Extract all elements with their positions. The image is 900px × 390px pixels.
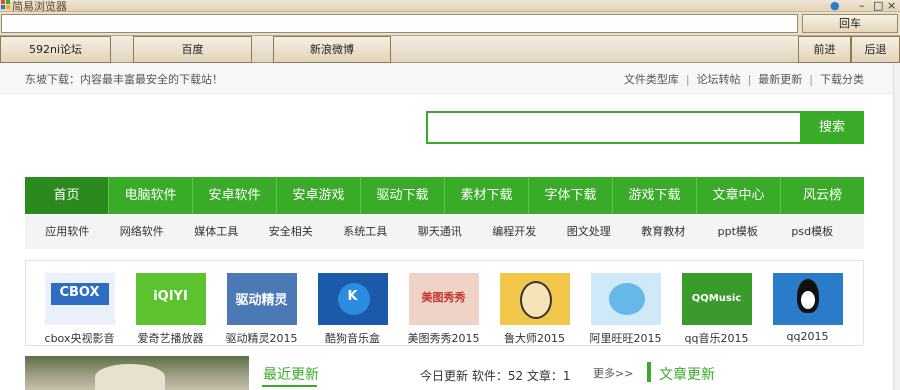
site-search-input[interactable]: [426, 111, 800, 144]
nav-item[interactable]: 游戏下载: [613, 177, 697, 214]
recent-updates-title[interactable]: 最近更新: [263, 364, 319, 384]
nav-item[interactable]: 安卓游戏: [277, 177, 361, 214]
article-title-marker: [647, 362, 651, 382]
nav-item[interactable]: 素材下载: [445, 177, 529, 214]
maximize-icon[interactable]: □: [873, 0, 883, 12]
app-tile[interactable]: K 酷狗音乐盒: [307, 273, 398, 345]
address-input[interactable]: [1, 14, 798, 33]
app-tile[interactable]: CBOX cbox央视影音: [34, 273, 125, 345]
more-link[interactable]: 更多>>: [593, 365, 633, 381]
user-icon[interactable]: ●: [830, 0, 840, 12]
top-link[interactable]: 最新更新: [758, 73, 802, 86]
subnav-item[interactable]: ppt模板: [701, 215, 776, 249]
nav-item[interactable]: 字体下载: [529, 177, 613, 214]
iqiyi-logo-icon: iQIYI: [135, 273, 206, 325]
qqmusic-logo-icon: QQMusic: [681, 273, 752, 325]
subnav-item[interactable]: 系统工具: [328, 215, 403, 249]
site-search-button[interactable]: 搜索: [800, 111, 864, 144]
close-icon[interactable]: ×: [887, 0, 896, 12]
meitu-logo-icon: 美图秀秀: [408, 273, 479, 325]
article-updates-title[interactable]: 文章更新: [659, 364, 715, 384]
nav-item[interactable]: 驱动下载: [361, 177, 445, 214]
sub-nav: 应用软件 网络软件 媒体工具 安全相关 系统工具 聊天通讯 编程开发 图文处理 …: [25, 215, 864, 249]
subnav-item[interactable]: psd模板: [775, 215, 850, 249]
page-scrollbar[interactable]: [893, 63, 900, 390]
go-button[interactable]: 回车: [802, 14, 898, 33]
featured-image[interactable]: [25, 356, 249, 390]
top-link[interactable]: 下载分类: [820, 73, 864, 86]
subnav-item[interactable]: 应用软件: [30, 215, 105, 249]
app-tile[interactable]: 阿里旺旺2015: [580, 273, 671, 345]
featured-apps: CBOX cbox央视影音 iQIYI 爱奇艺播放器 驱动精灵 驱动精灵2015…: [25, 260, 864, 346]
subnav-item[interactable]: 图文处理: [552, 215, 627, 249]
site-top-bar: 东坡下载：内容最丰富最安全的下载站！ 文件类型库 | 论坛转帖 | 最新更新 | 下载分类: [0, 63, 893, 94]
top-link[interactable]: 论坛转帖: [697, 73, 741, 86]
web-page: 东坡下载：内容最丰富最安全的下载站！ 文件类型库 | 论坛转帖 | 最新更新 | 下载分类 …: [0, 63, 893, 390]
bookmark-weibo-button[interactable]: 新浪微博: [273, 36, 391, 63]
title-bar: 简易浏览器 ● – □ ×: [0, 0, 900, 13]
recent-title-underline: [262, 385, 317, 387]
browser-toolbar: 592ni论坛 百度 新浪微博 前进 后退: [0, 36, 900, 63]
subnav-item[interactable]: 安全相关: [254, 215, 329, 249]
back-button[interactable]: 后退: [851, 36, 900, 63]
app-icon: [1, 0, 10, 9]
app-tile[interactable]: 鲁大师2015: [489, 273, 580, 345]
kugou-logo-icon: K: [317, 273, 388, 325]
bookmark-baidu-button[interactable]: 百度: [133, 36, 252, 63]
nav-item[interactable]: 风云榜: [781, 177, 864, 214]
qq-penguin-icon: [772, 273, 843, 325]
top-link[interactable]: 文件类型库: [624, 73, 679, 86]
app-tile[interactable]: qq2015: [762, 273, 853, 345]
app-tile[interactable]: iQIYI 爱奇艺播放器: [125, 273, 216, 345]
main-nav: 首页 电脑软件 安卓软件 安卓游戏 驱动下载 素材下载 字体下载 游戏下载 文章…: [25, 177, 864, 214]
nav-item[interactable]: 安卓软件: [193, 177, 277, 214]
drivergenius-logo-icon: 驱动精灵: [226, 273, 297, 325]
top-links: 文件类型库 | 论坛转帖 | 最新更新 | 下载分类: [623, 73, 864, 86]
aliwangwang-logo-icon: [590, 273, 661, 325]
nav-item[interactable]: 文章中心: [697, 177, 781, 214]
nav-item-home[interactable]: 首页: [25, 177, 109, 214]
subnav-item[interactable]: 编程开发: [477, 215, 552, 249]
ludashi-logo-icon: [499, 273, 570, 325]
subnav-item[interactable]: 网络软件: [105, 215, 180, 249]
app-tile[interactable]: 美图秀秀 美图秀秀2015: [398, 273, 489, 345]
bookmark-592ni-button[interactable]: 592ni论坛: [0, 36, 111, 63]
app-tile[interactable]: 驱动精灵 驱动精灵2015: [216, 273, 307, 345]
subnav-item[interactable]: 聊天通讯: [403, 215, 478, 249]
forward-button[interactable]: 前进: [798, 36, 851, 63]
subnav-item[interactable]: 媒体工具: [179, 215, 254, 249]
update-stats: 今日更新 软件：52 文章：1: [420, 369, 571, 383]
app-tile[interactable]: QQMusic qq音乐2015: [671, 273, 762, 345]
subnav-item[interactable]: 教育教材: [626, 215, 701, 249]
nav-item[interactable]: 电脑软件: [109, 177, 193, 214]
address-row: 回车: [0, 12, 900, 36]
cbox-logo-icon: CBOX: [44, 273, 115, 325]
minimize-icon[interactable]: –: [859, 0, 865, 12]
site-slogan: 东坡下载：内容最丰富最安全的下载站！: [25, 73, 223, 86]
